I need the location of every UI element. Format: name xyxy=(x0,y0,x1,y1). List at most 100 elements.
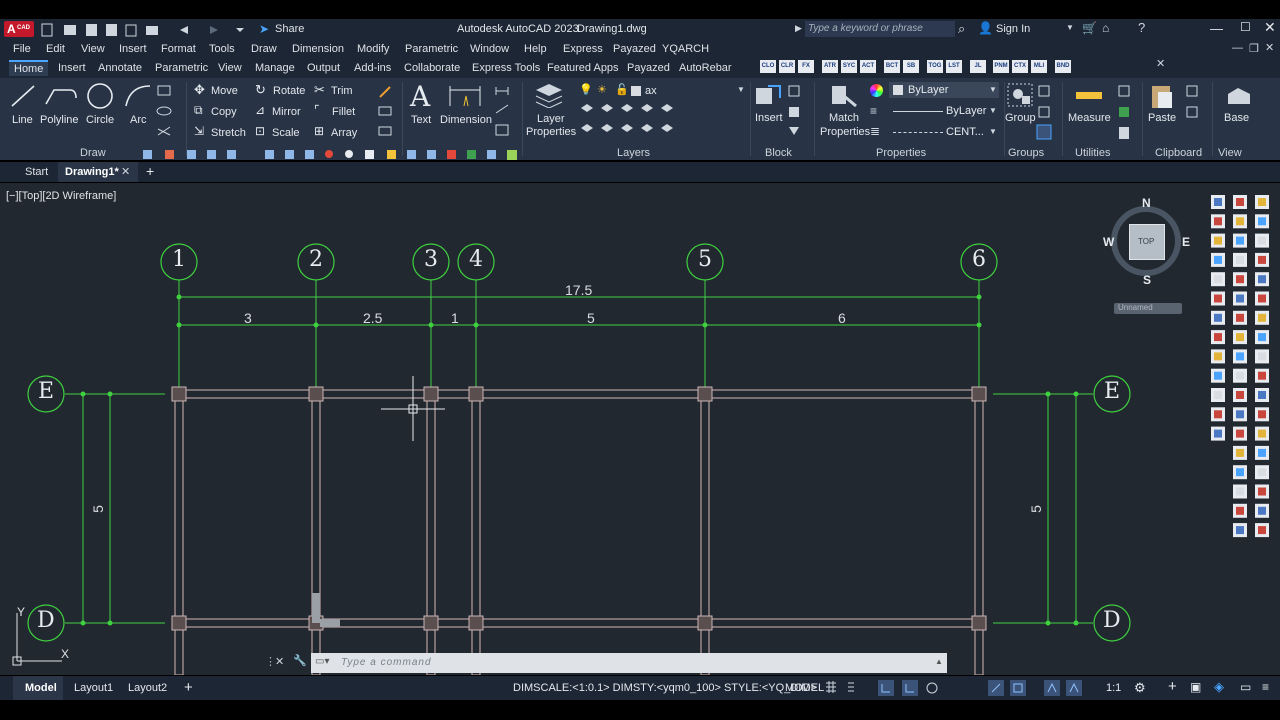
doc-minimize-icon[interactable]: — xyxy=(1232,42,1243,54)
groups-panel-title[interactable]: Groups xyxy=(1008,147,1044,159)
custom-btn-pnm[interactable]: PNM xyxy=(993,60,1009,73)
custom-btn-sb[interactable]: SB xyxy=(903,60,919,73)
utilities-panel-title[interactable]: Utilities xyxy=(1075,147,1110,159)
layer-dropdown[interactable]: 💡 ☀ 🔓 ax ▼ xyxy=(577,83,747,99)
circle-button[interactable]: Circle xyxy=(84,82,118,128)
new-tab-icon[interactable]: + xyxy=(146,163,154,179)
custom-btn-act[interactable]: ACT xyxy=(860,60,876,73)
menu-tools[interactable]: Tools xyxy=(209,43,235,55)
toolbar-close-icon[interactable]: ✕ xyxy=(1156,57,1165,70)
insert-block-button[interactable]: Insert xyxy=(754,82,786,128)
block-panel-title[interactable]: Block xyxy=(765,147,792,159)
custom-btn-lst[interactable]: LST xyxy=(946,60,962,73)
tab-express-tools[interactable]: Express Tools xyxy=(472,62,540,74)
group-tools-icons[interactable] xyxy=(1036,83,1054,143)
tab-parametric[interactable]: Parametric xyxy=(155,62,208,74)
base-view-button[interactable]: Base xyxy=(1222,82,1258,128)
menu-window[interactable]: Window xyxy=(470,43,509,55)
custom-btn-jl[interactable]: JL xyxy=(970,60,986,73)
linetype-dropdown[interactable]: CENT... ▼ xyxy=(889,124,999,140)
clipboard-tools-icons[interactable] xyxy=(1184,83,1202,123)
menu-file[interactable]: File xyxy=(13,43,31,55)
menu-draw[interactable]: Draw xyxy=(251,43,277,55)
line-button[interactable]: Line xyxy=(8,82,38,128)
custom-btn-fx[interactable]: FX xyxy=(798,60,814,73)
model-space-toggle[interactable]: MODEL xyxy=(785,682,824,694)
gear-icon[interactable]: ⚙ xyxy=(1134,680,1146,696)
view-panel-title[interactable]: View xyxy=(1218,147,1242,159)
polyline-button[interactable]: Polyline xyxy=(40,82,80,128)
custom-btn-syc[interactable]: SYC xyxy=(841,60,857,73)
layout-tab-layout2[interactable]: Layout2 xyxy=(128,682,167,694)
viewcube-north[interactable]: N xyxy=(1142,196,1151,210)
tab-manage[interactable]: Manage xyxy=(255,62,295,74)
tab-close-icon[interactable]: ✕ xyxy=(121,165,130,178)
menu-help[interactable]: Help xyxy=(524,43,547,55)
menu-parametric[interactable]: Parametric xyxy=(405,43,458,55)
custom-btn-mli[interactable]: MLI xyxy=(1031,60,1047,73)
dimension-button[interactable]: Dimension xyxy=(440,82,492,128)
tab-autorebar[interactable]: AutoRebar xyxy=(679,62,732,74)
layer-properties-button[interactable]: Layer Properties xyxy=(526,82,576,142)
minimize-icon[interactable]: — xyxy=(1210,21,1223,36)
maximize-icon[interactable]: ☐ xyxy=(1240,20,1251,34)
sign-in-dropdown-icon[interactable]: ▼ xyxy=(1066,23,1074,32)
hardware-icon[interactable]: ◈ xyxy=(1214,679,1224,695)
tool-palette-icons[interactable] xyxy=(1205,183,1280,675)
doc-restore-icon[interactable]: ❐ xyxy=(1249,42,1259,55)
tab-home[interactable]: Home xyxy=(9,60,49,76)
tab-start[interactable]: Start xyxy=(25,166,48,178)
search-expand-icon[interactable]: ▶ xyxy=(795,23,802,34)
tab-view[interactable]: View xyxy=(218,62,242,74)
menu-express[interactable]: Express xyxy=(563,43,603,55)
menu-dimension[interactable]: Dimension xyxy=(292,43,344,55)
extra-toolbar-icons[interactable] xyxy=(137,149,527,160)
viewcube-south[interactable]: S xyxy=(1143,273,1151,287)
custom-btn-atr[interactable]: ATR xyxy=(822,60,838,73)
lineweight-dropdown[interactable]: ByLayer ▼ xyxy=(889,103,999,119)
block-tools-icons[interactable] xyxy=(786,83,804,143)
custom-btn-bct[interactable]: BCT xyxy=(884,60,900,73)
wcs-menu[interactable]: Unnamed xyxy=(1114,303,1182,314)
viewcube-top-face[interactable]: TOP xyxy=(1129,224,1165,260)
tab-insert[interactable]: Insert xyxy=(58,62,86,74)
viewcube-west[interactable]: W xyxy=(1103,235,1114,249)
tab-annotate[interactable]: Annotate xyxy=(98,62,142,74)
custom-btn-ctx[interactable]: CTX xyxy=(1012,60,1028,73)
app-logo[interactable]: A CAD xyxy=(4,21,34,37)
menu-payazed[interactable]: Payazed xyxy=(613,43,656,55)
sign-in-button[interactable]: Sign In xyxy=(996,23,1030,35)
tab-collaborate[interactable]: Collaborate xyxy=(404,62,460,74)
doc-close-icon[interactable]: ✕ xyxy=(1265,41,1274,54)
clipboard-panel-title[interactable]: Clipboard xyxy=(1155,147,1202,159)
utilities-tools-icons[interactable] xyxy=(1116,83,1134,143)
status-toggle-icons[interactable] xyxy=(822,676,1102,700)
customize-icon[interactable]: ≡ xyxy=(1262,680,1269,694)
quick-access-icons[interactable] xyxy=(40,22,255,38)
help-search-input[interactable]: Type a keyword or phrase xyxy=(805,21,955,37)
autodesk-a360-icon[interactable]: ⌂ xyxy=(1102,21,1109,35)
match-properties-button[interactable]: Match Properties xyxy=(818,82,870,142)
drawing-canvas[interactable]: [−][Top][2D Wireframe] 1 2 3 4 5 6 E E D… xyxy=(0,183,1205,675)
text-button[interactable]: A Text xyxy=(406,80,436,128)
custom-btn-clo[interactable]: CLO xyxy=(760,60,776,73)
modify-extra-icons[interactable] xyxy=(376,83,396,143)
custom-btn-clr[interactable]: CLR xyxy=(779,60,795,73)
group-button[interactable]: Group xyxy=(1004,82,1036,128)
plus-icon[interactable]: + xyxy=(1168,678,1177,695)
command-expand-icon[interactable]: ▲ xyxy=(935,657,943,666)
layer-tools-icons[interactable] xyxy=(577,102,677,146)
cart-icon[interactable]: 🛒 xyxy=(1082,21,1097,35)
layers-panel-title[interactable]: Layers xyxy=(617,147,650,159)
menu-yqarch[interactable]: YQARCH xyxy=(662,43,709,55)
layout-tab-layout1[interactable]: Layout1 xyxy=(74,682,113,694)
menu-format[interactable]: Format xyxy=(161,43,196,55)
custom-btn-bnd[interactable]: BND xyxy=(1055,60,1071,73)
clean-screen-icon[interactable]: ▭ xyxy=(1240,680,1251,694)
measure-button[interactable]: Measure xyxy=(1066,82,1111,128)
viewcube[interactable]: TOP N S W E xyxy=(1103,196,1191,287)
color-dropdown[interactable]: ByLayer ▼ xyxy=(889,82,999,98)
command-input[interactable]: ▭▾ Type a command ▲ xyxy=(311,653,947,673)
add-layout-button[interactable]: + xyxy=(184,679,193,696)
viewcube-east[interactable]: E xyxy=(1182,235,1190,249)
